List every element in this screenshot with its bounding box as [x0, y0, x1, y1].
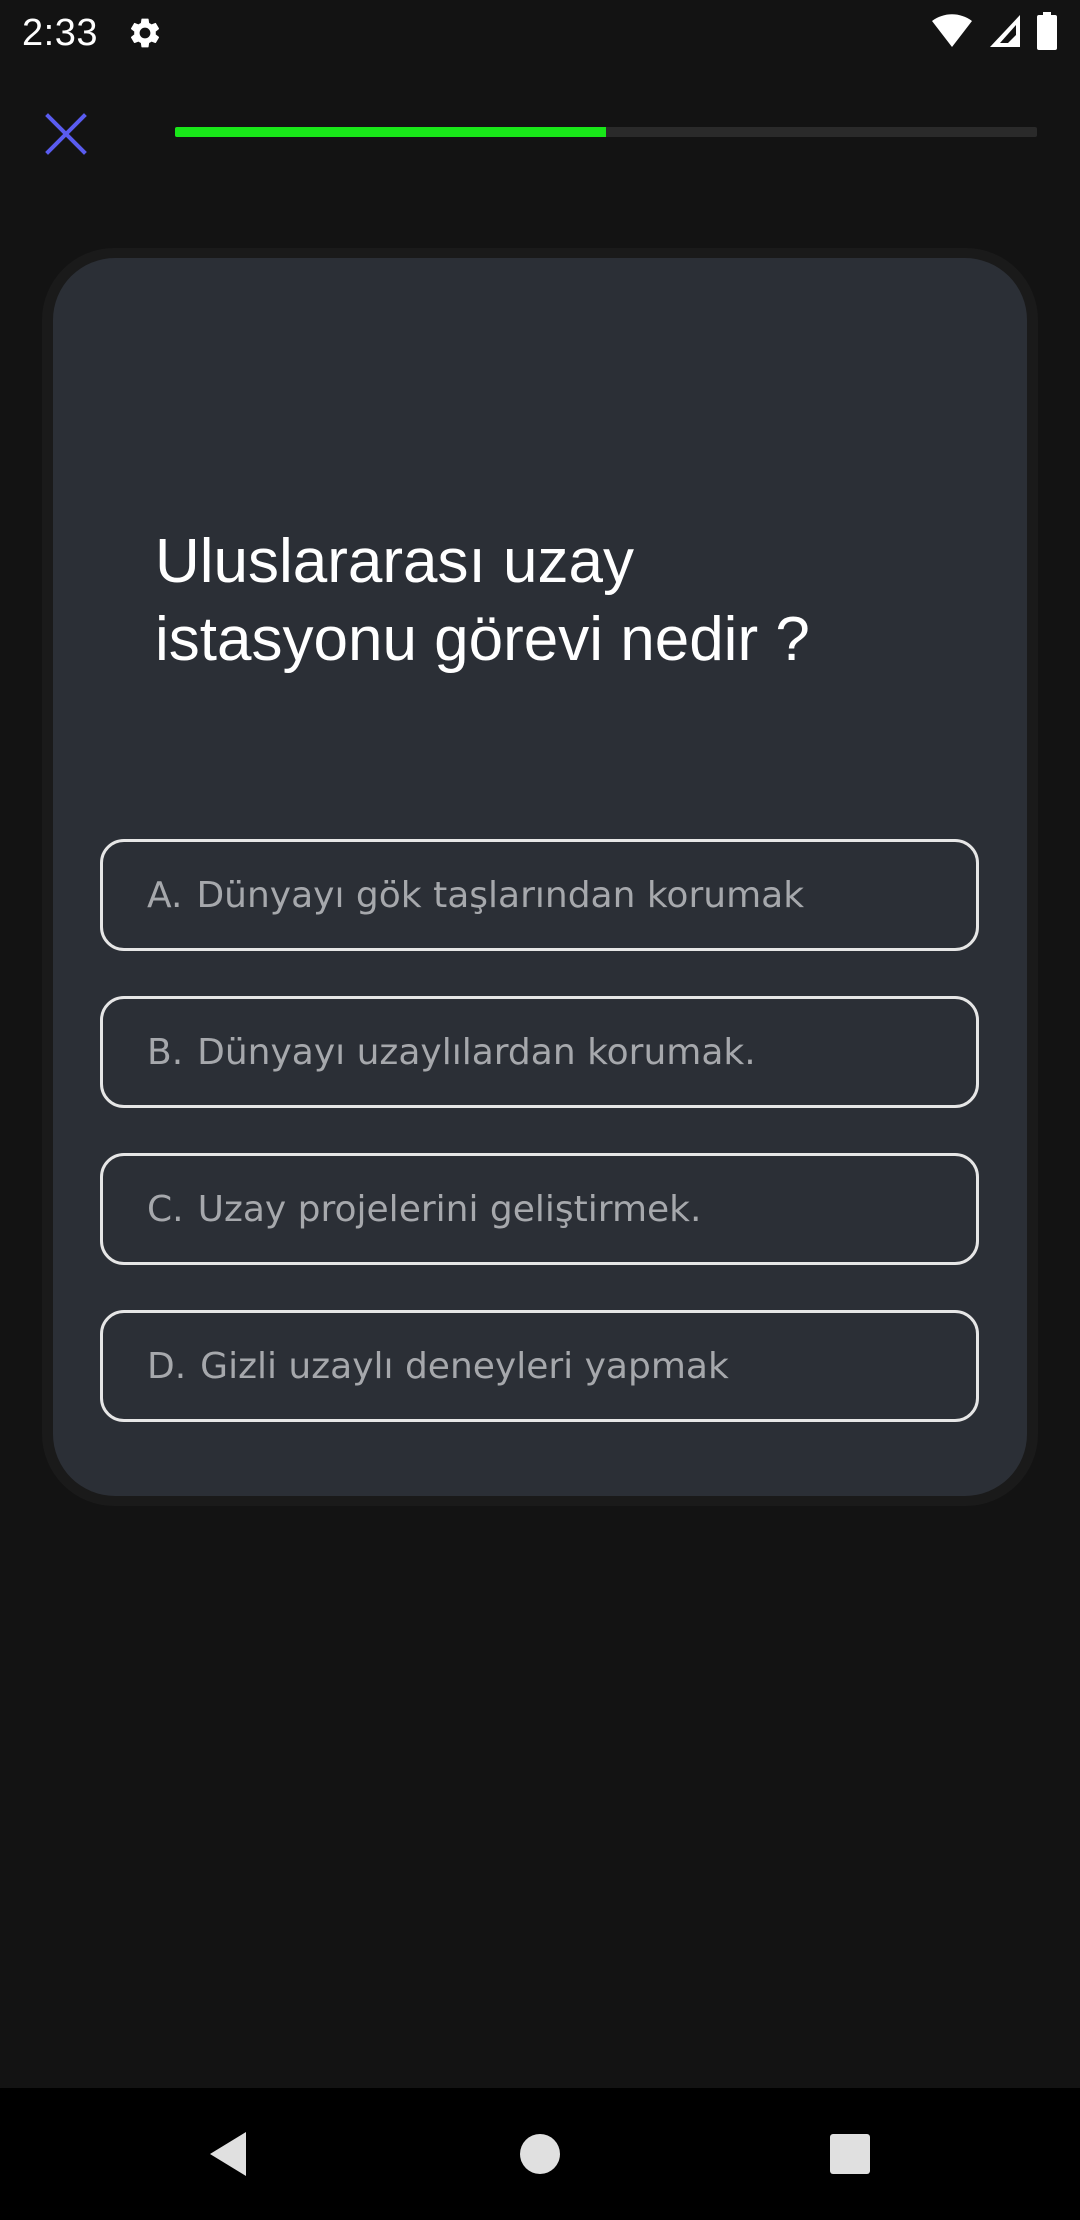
- status-time: 2:33: [22, 11, 98, 54]
- option-text: Dünyayı gök taşlarından korumak: [196, 874, 805, 916]
- recents-icon: [830, 2134, 870, 2174]
- question-text: Uluslararası uzay istasyonu görevi nedir…: [155, 523, 935, 679]
- option-letter: B.: [147, 1031, 184, 1073]
- option-text: Gizli uzaylı deneyleri yapmak: [200, 1345, 729, 1387]
- close-icon: [45, 113, 87, 155]
- option-letter: A.: [147, 874, 183, 916]
- option-b-button[interactable]: B. Dünyayı uzaylılardan korumak.: [100, 996, 979, 1108]
- question-card: Uluslararası uzay istasyonu görevi nedir…: [53, 258, 1027, 1496]
- system-nav-bar: [0, 2088, 1080, 2220]
- nav-home-button[interactable]: [480, 2088, 600, 2220]
- question-line-1: Uluslararası uzay: [155, 527, 634, 596]
- quiz-progress-bar: [175, 127, 1037, 137]
- quiz-header: [0, 100, 1080, 164]
- status-icons: [930, 11, 1058, 55]
- status-bar: 2:33: [0, 0, 1080, 66]
- quiz-progress-fill: [175, 127, 606, 137]
- option-letter: D.: [147, 1345, 187, 1387]
- option-text: Dünyayı uzaylılardan korumak.: [197, 1031, 756, 1073]
- option-a-button[interactable]: A. Dünyayı gök taşlarından korumak: [100, 839, 979, 951]
- option-letter: C.: [147, 1188, 184, 1230]
- close-button[interactable]: [36, 104, 96, 164]
- option-text: Uzay projelerini geliştirmek.: [197, 1188, 702, 1230]
- option-c-button[interactable]: C. Uzay projelerini geliştirmek.: [100, 1153, 979, 1265]
- home-icon: [520, 2134, 560, 2174]
- signal-icon: [988, 13, 1022, 54]
- question-line-2: istasyonu görevi nedir ?: [155, 605, 810, 674]
- wifi-icon: [930, 13, 974, 54]
- back-icon: [210, 2132, 246, 2176]
- nav-recents-button[interactable]: [790, 2088, 910, 2220]
- quiz-screen: 2:33 Uluslararası uzay istasyonu görevi …: [0, 0, 1080, 2220]
- battery-icon: [1036, 11, 1058, 55]
- option-d-button[interactable]: D. Gizli uzaylı deneyleri yapmak: [100, 1310, 979, 1422]
- gear-icon: [126, 14, 164, 52]
- nav-back-button[interactable]: [168, 2088, 288, 2220]
